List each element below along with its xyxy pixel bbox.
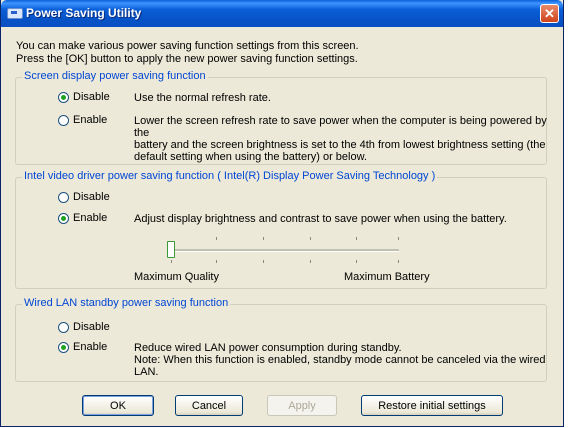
screen-enable-desc: Lower the screen refresh rate to save po… [134, 115, 563, 163]
slider-tick [310, 237, 311, 240]
screen-disable-desc: Use the normal refresh rate. [134, 92, 271, 104]
intel-enable-desc: Adjust display brightness and contrast t… [134, 213, 507, 225]
apply-button[interactable]: Apply [267, 395, 337, 416]
radio-checked-icon [58, 212, 69, 224]
title-bar[interactable]: Power Saving Utility ✕ [1, 0, 563, 27]
cancel-button[interactable]: Cancel [175, 395, 243, 416]
slider-max-label: Maximum Battery [344, 271, 430, 283]
screen-disable-radio[interactable]: Disable [58, 91, 110, 103]
screen-enable-desc-line-2: battery and the screen brightness is set… [134, 139, 546, 151]
slider-tick [216, 237, 217, 240]
lan-disable-radio[interactable]: Disable [58, 321, 110, 333]
radio-checked-icon [58, 341, 69, 353]
screen-enable-radio[interactable]: Enable [58, 114, 107, 126]
power-saving-window: Power Saving Utility ✕ You can make vari… [0, 0, 564, 427]
intel-enable-label: Enable [73, 212, 108, 224]
screen-enable-desc-line-3: default setting when using the battery) … [134, 151, 367, 163]
intel-enable-radio[interactable]: Enable [58, 212, 107, 224]
slider-tick [398, 260, 399, 263]
wired-lan-legend: Wired LAN standby power saving function [22, 297, 231, 309]
ok-button[interactable]: OK [82, 395, 154, 416]
radio-checked-icon [58, 91, 69, 103]
close-button[interactable]: ✕ [540, 4, 559, 23]
intro-line-1: You can make various power saving functi… [16, 40, 359, 52]
slider-tick [356, 260, 357, 263]
screen-display-legend: Screen display power saving function [22, 70, 208, 82]
intel-video-legend: Intel video driver power saving function… [22, 170, 438, 182]
slider-track[interactable] [171, 249, 399, 252]
radio-unchecked-icon [58, 191, 69, 203]
lan-disable-label: Disable [73, 321, 110, 333]
slider-tick [398, 237, 399, 240]
screen-enable-desc-line-1: Lower the screen refresh rate to save po… [134, 115, 547, 139]
slider-tick [310, 260, 311, 263]
slider-tick [263, 260, 264, 263]
intro-line-2: Press the [OK] button to apply the new p… [16, 53, 358, 65]
lan-enable-desc-line-1: Reduce wired LAN power consumption durin… [134, 342, 402, 354]
lan-enable-label: Enable [73, 341, 108, 353]
slider-thumb[interactable] [167, 241, 175, 258]
slider-tick [263, 237, 264, 240]
slider-tick [216, 260, 217, 263]
radio-unchecked-icon [58, 114, 69, 126]
slider-tick [356, 237, 357, 240]
lan-enable-radio[interactable]: Enable [58, 341, 107, 353]
intro-text: You can make various power saving functi… [16, 40, 359, 66]
intel-disable-label: Disable [73, 191, 110, 203]
radio-unchecked-icon [58, 321, 69, 333]
screen-enable-label: Enable [73, 114, 108, 126]
lan-enable-desc: Reduce wired LAN power consumption durin… [134, 342, 563, 378]
app-icon [7, 8, 23, 19]
restore-button[interactable]: Restore initial settings [361, 395, 503, 416]
slider-min-label: Maximum Quality [134, 271, 219, 283]
intel-disable-radio[interactable]: Disable [58, 191, 110, 203]
screen-disable-label: Disable [73, 91, 110, 103]
slider-tick [171, 260, 172, 263]
lan-enable-desc-line-2: Note: When this function is enabled, sta… [134, 354, 546, 378]
window-title: Power Saving Utility [26, 6, 142, 20]
